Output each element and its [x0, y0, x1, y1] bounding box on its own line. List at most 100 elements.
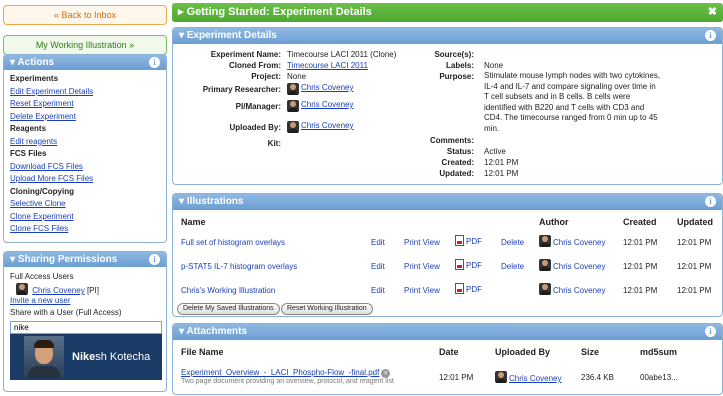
attachment-description: Two page document providing an overview,…	[181, 378, 394, 385]
user-photo	[24, 336, 64, 378]
illustration-name-link[interactable]: Chris's Working Illustration	[181, 286, 275, 295]
author-link[interactable]: Chris Coveney	[553, 262, 605, 271]
action-link[interactable]: Upload More FCS Files	[10, 174, 93, 183]
user-link[interactable]: Chris Coveney	[301, 121, 353, 130]
chevron-down-icon: ▾	[10, 254, 16, 265]
edit-link[interactable]: Edit	[371, 238, 385, 247]
my-working-illustration-button[interactable]: My Working Illustration »	[3, 35, 167, 55]
illustration-created: 12:01 PM	[623, 262, 658, 271]
remove-icon[interactable]: ×	[381, 369, 391, 378]
pdf-link[interactable]: PDF	[455, 259, 482, 270]
detail-field-label: Primary Researcher:	[202, 85, 281, 94]
delete-link[interactable]: Delete	[501, 262, 524, 271]
action-section-header: Cloning/Copying	[10, 186, 74, 196]
invite-user-link[interactable]: Invite a new user	[10, 296, 70, 305]
action-link[interactable]: Delete Experiment	[10, 112, 76, 121]
status-value: Active	[484, 147, 506, 156]
action-item: Upload More FCS Files	[10, 173, 160, 186]
sharing-panel-header[interactable]: ▾ Sharing Permissions i	[4, 252, 166, 267]
created-label: Created:	[441, 158, 474, 167]
back-to-inbox-button[interactable]: « Back to Inbox	[3, 5, 167, 25]
action-link[interactable]: Edit reagents	[10, 137, 57, 146]
illustration-name-link[interactable]: p-STAT5 IL-7 histogram overlays	[181, 262, 297, 271]
pdf-link[interactable]: PDF	[455, 283, 482, 294]
delete-link[interactable]: Delete	[501, 238, 524, 247]
action-section-header: FCS Files	[10, 149, 47, 158]
column-header-date: Date	[439, 347, 459, 357]
cloned-from-link[interactable]: Timecourse LACI 2011	[287, 61, 368, 70]
reset-working-illustration-button[interactable]: Reset Working Illustration	[281, 303, 373, 315]
purpose-line: CD4. The timecourse ranged from 0 min up…	[484, 113, 658, 123]
column-header-author: Author	[539, 217, 569, 227]
details-panel-header[interactable]: ▾ Experiment Details i	[173, 28, 722, 44]
delete-saved-illustrations-button[interactable]: Delete My Saved Illustrations	[177, 303, 280, 315]
info-icon[interactable]: i	[705, 196, 716, 207]
author-link[interactable]: Chris Coveney	[553, 238, 605, 247]
action-link[interactable]: Clone Experiment	[10, 212, 74, 221]
user-link[interactable]: Chris Coveney	[301, 100, 353, 109]
illustrations-title: Illustrations	[186, 196, 244, 207]
action-link[interactable]: Reset Experiment	[10, 99, 74, 108]
info-icon[interactable]: i	[149, 254, 160, 265]
detail-field-label: Uploaded By:	[229, 123, 281, 132]
attachment-uploader: Chris Coveney	[495, 371, 561, 383]
action-item: Selective Clone	[10, 198, 160, 211]
labels-value: None	[484, 61, 504, 70]
edit-link[interactable]: Edit	[371, 286, 385, 295]
action-item: Edit reagents	[10, 136, 160, 149]
sharing-panel: ▾ Sharing Permissions i Full Access User…	[3, 251, 167, 392]
pdf-link[interactable]: PDF	[455, 235, 482, 246]
close-icon[interactable]: ✖	[708, 3, 717, 22]
avatar-icon	[539, 283, 551, 295]
column-header-size: Size	[581, 347, 600, 357]
action-item: Clone FCS Files	[10, 223, 160, 236]
attachment-size: 236.4 KB	[581, 373, 614, 382]
purpose-line: T cell subsets and in B cells. B cells w…	[484, 92, 631, 102]
avatar-icon	[287, 83, 299, 95]
action-link[interactable]: Download FCS Files	[10, 162, 83, 171]
action-link[interactable]: Selective Clone	[10, 199, 66, 208]
illustration-updated: 12:01 PM	[677, 286, 712, 295]
pdf-icon	[455, 259, 464, 270]
illustration-updated: 12:01 PM	[677, 262, 712, 271]
purpose-line: identified with B220 and T cells with CD…	[484, 102, 645, 112]
illustration-author: Chris Coveney	[539, 235, 605, 247]
print-view-link[interactable]: Print View	[404, 238, 440, 247]
info-icon[interactable]: i	[705, 326, 716, 337]
action-section-header: Experiments	[10, 74, 59, 83]
print-view-link[interactable]: Print View	[404, 262, 440, 271]
info-icon[interactable]: i	[149, 57, 160, 68]
pdf-icon	[455, 283, 464, 294]
edit-link[interactable]: Edit	[371, 262, 385, 271]
author-link[interactable]: Chris Coveney	[553, 286, 605, 295]
actions-title: Actions	[17, 57, 55, 68]
purpose-line: min.	[484, 124, 500, 133]
action-link[interactable]: Clone FCS Files	[10, 224, 68, 233]
attachment-uploader-link[interactable]: Chris Coveney	[509, 374, 561, 383]
attachments-title: Attachments	[186, 326, 248, 337]
action-item: Edit Experiment Details	[10, 86, 160, 99]
illustration-name-link[interactable]: Full set of histogram overlays	[181, 238, 285, 247]
purpose-line: IL-4 and IL-7 and compare signaling over…	[484, 81, 656, 91]
pdf-label: PDF	[466, 261, 482, 270]
detail-field-value: None	[287, 72, 307, 81]
avatar-icon	[495, 371, 507, 383]
attachment-file-link[interactable]: Experiment_Overview_-_LACI_Phospho-Flow_…	[181, 368, 379, 377]
user-link[interactable]: Chris Coveney	[301, 83, 353, 92]
info-icon[interactable]: i	[705, 30, 716, 41]
full-access-user-link[interactable]: Chris Coveney	[32, 286, 84, 295]
actions-panel: ▾ Actions i Experiments Edit Experiment D…	[3, 54, 167, 243]
pdf-label: PDF	[466, 285, 482, 294]
user-suggestion[interactable]: Nikesh Kotecha	[10, 334, 162, 380]
attachments-panel-header[interactable]: ▾ Attachments i	[173, 324, 722, 340]
details-title: Experiment Details	[186, 30, 277, 41]
illustrations-panel-header[interactable]: ▾ Illustrations i	[173, 194, 722, 210]
action-link[interactable]: Edit Experiment Details	[10, 87, 93, 96]
print-view-link[interactable]: Print View	[404, 286, 440, 295]
share-user-input[interactable]	[10, 321, 162, 334]
detail-field-label: PI/Manager:	[235, 102, 281, 111]
actions-panel-header[interactable]: ▾ Actions i	[4, 55, 166, 70]
action-item: Delete Experiment	[10, 111, 160, 124]
full-access-user-role: [PI]	[86, 286, 99, 295]
chevron-right-icon: ▸	[178, 6, 184, 18]
